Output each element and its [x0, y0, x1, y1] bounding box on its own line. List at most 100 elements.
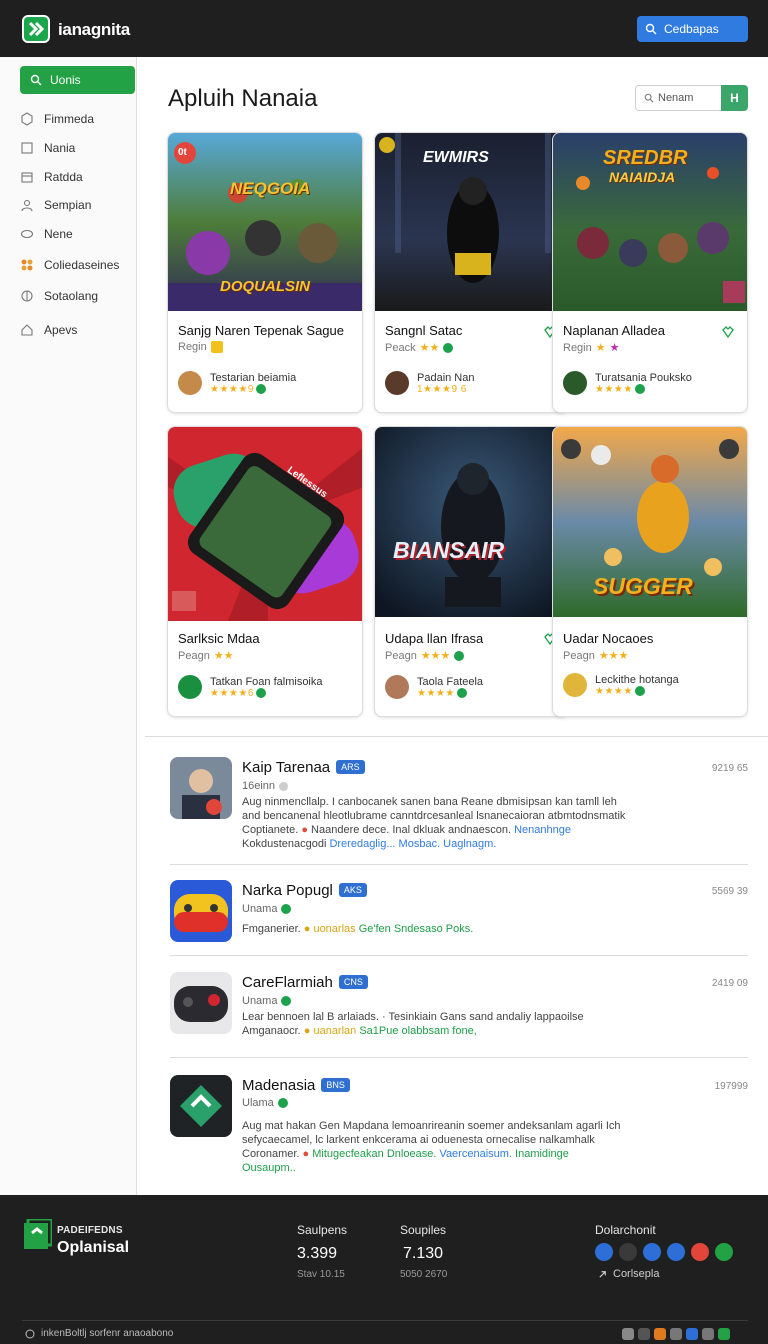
mini-icon-3[interactable] [654, 1328, 666, 1340]
sidebar-item-1[interactable]: Nania [20, 137, 135, 159]
sidebar-item-label: Nania [44, 141, 76, 155]
sidebar-item-label: Sotaolang [44, 289, 99, 303]
square-icon [21, 142, 33, 154]
verified-icon [456, 688, 467, 698]
social-icon-6[interactable] [715, 1243, 733, 1261]
cover-title: BIANSAIR [393, 537, 505, 563]
social-links [595, 1243, 733, 1261]
mini-icon-1[interactable] [622, 1328, 634, 1340]
feed-title: Narka Popugl AKS [242, 882, 367, 899]
heart-icon[interactable] [721, 325, 735, 339]
feed-thumbnail [170, 757, 232, 819]
author-name: Taola Fateela [417, 675, 484, 688]
star-icon: ★★★ [598, 650, 629, 662]
mini-icon-2[interactable] [638, 1328, 650, 1340]
search-submit-button[interactable]: H [721, 85, 748, 111]
card-title: Sanjg Naren Tepenak Sague [178, 323, 344, 338]
feed-description: Aug ninmencllalp. I canbocanek sanen ban… [242, 795, 682, 851]
feed-count: 5569 39 [711, 886, 748, 897]
footer-stat-sub: Stav 10.15 [297, 1269, 345, 1280]
description-line: Kokdustenacgodi Dreredaglig... Mosbac. U… [242, 838, 497, 850]
sidebar-item-3[interactable]: Sempian [20, 194, 135, 216]
star-icon: ★ [595, 342, 606, 354]
game-cover-image: BIANSAIR [375, 427, 569, 617]
description-line: sefycaecamel, lc larkent enkcerama ai od… [242, 1134, 595, 1146]
verified-icon [281, 904, 292, 914]
description-line: and bencanenal hleotlubrame canntdrcesan… [242, 810, 626, 822]
search-icon [644, 93, 654, 103]
verified-icon [281, 996, 292, 1006]
game-cover-image: SREDBR NAIAIDJA [553, 133, 747, 311]
sidebar-item-5[interactable]: Coliedaseines [20, 254, 135, 276]
feed-count: 9219 65 [711, 763, 748, 774]
cover-badge: 0t [178, 147, 187, 158]
rating-value: ★★★★6 [210, 687, 254, 699]
sidebar-item-2[interactable]: Ratdda [20, 166, 135, 188]
card-author: Turatsania Pouksko ★★★★ [563, 371, 692, 395]
game-cover-image: Leflessus [168, 427, 362, 621]
verified-icon [443, 342, 454, 353]
footer-logo-icon [24, 1219, 52, 1249]
footer-stat-value: 3.399 [297, 1245, 338, 1262]
feed-tag: BNS [321, 1078, 350, 1092]
footer-mini-icons [622, 1328, 730, 1340]
list-item[interactable]: Kaip Tarenaa ARS 16einn 9219 65 Aug ninme… [170, 757, 748, 862]
author-name: Turatsania Pouksko [595, 371, 692, 384]
search-icon [645, 23, 657, 35]
author-name: Leckithe hotanga [595, 673, 679, 686]
social-icon-4[interactable] [667, 1243, 685, 1261]
feed-count: 2419 09 [711, 978, 748, 989]
search-input[interactable]: Nenam [635, 85, 722, 111]
game-card[interactable]: SUGGER Uadar Nocaoes Peagn ★★★ Leckithe h… [552, 426, 748, 717]
game-card[interactable]: SREDBR NAIAIDJA Naplanan Alladea Regin ★ ★… [552, 132, 748, 413]
sidebar-item-4[interactable]: Nene [20, 223, 135, 245]
verified-icon [634, 686, 645, 696]
feed-meta: Ulama [242, 1097, 288, 1109]
social-icon-3[interactable] [643, 1243, 661, 1261]
card-subtitle: Peagn ★★★ [563, 649, 629, 663]
sidebar-item-label: Ratdda [44, 170, 83, 184]
card-title: Uadar Nocaoes [563, 631, 654, 646]
footer-link[interactable]: Corlsepla [597, 1268, 659, 1280]
author-name: Tatkan Foan falmisoika [210, 675, 323, 688]
star-icon: ★★★ [420, 650, 451, 662]
feed-thumbnail [170, 880, 232, 942]
top-action-button[interactable]: Cedbapas [637, 16, 748, 42]
verified-icon [277, 1098, 288, 1108]
sidebar-search-label: Uonis [50, 73, 81, 87]
description-line: Ousaupm.. [242, 1162, 296, 1174]
feed-title-text: Narka Popugl [242, 882, 333, 899]
sidebar-item-7[interactable]: Apevs [20, 319, 135, 341]
sidebar-search-button[interactable]: Uonis [20, 66, 135, 94]
list-item[interactable]: Madenasia BNS Ulama 197999 Aug mat hakan … [170, 1075, 748, 1185]
game-card[interactable]: 0t NEQGOIA DOQUALSIN Sanjg Naren Tepenak… [167, 132, 363, 413]
footer-stat-label: Soupiles [400, 1223, 447, 1237]
feed-thumbnail [170, 1075, 232, 1137]
avatar [178, 371, 202, 395]
card-author: Testarian beiamia ★★★★9 [178, 371, 296, 395]
avatar [563, 371, 587, 395]
feed-title: CareFlarmiah CNS [242, 974, 368, 991]
social-icon-5[interactable] [691, 1243, 709, 1261]
game-card[interactable]: Leflessus Sarlksic Mdaa Peagn ★★ Tatkan F… [167, 426, 363, 717]
game-card[interactable]: EWMIRS Sangnl Satac Peack ★★ Padain Nan 1… [374, 132, 570, 413]
footer-copyright: inkenBoltlj sorfenr anaoabono [25, 1328, 173, 1339]
verified-icon [255, 384, 266, 394]
mini-icon-6[interactable] [702, 1328, 714, 1340]
mini-icon-4[interactable] [670, 1328, 682, 1340]
sidebar-item-0[interactable]: Fimmeda [20, 108, 135, 130]
app-logo-icon[interactable] [22, 15, 50, 43]
mini-icon-5[interactable] [686, 1328, 698, 1340]
card-author: Leckithe hotanga ★★★★ [563, 673, 679, 697]
rating-value: ★★★★ [417, 687, 455, 699]
list-item[interactable]: Narka Popugl AKS Unama 5569 39 Fmganerier… [170, 880, 748, 952]
feed-title-text: Kaip Tarenaa [242, 759, 331, 776]
sidebar: Uonis Fimmeda Nania Ratdda Sempian Nene … [0, 57, 137, 1195]
social-icon-1[interactable] [595, 1243, 613, 1261]
social-icon-2[interactable] [619, 1243, 637, 1261]
list-item[interactable]: CareFlarmiah CNS Unama 2419 09 Lear benno… [170, 972, 748, 1056]
footer: PADEIFEDNS Oplanisal Saulpens 3.399 Stav… [0, 1195, 768, 1344]
mini-icon-7[interactable] [718, 1328, 730, 1340]
game-card[interactable]: BIANSAIR Udapa llan Ifrasa Peagn ★★★ Taol… [374, 426, 570, 717]
sidebar-item-6[interactable]: Sotaolang [20, 285, 135, 307]
